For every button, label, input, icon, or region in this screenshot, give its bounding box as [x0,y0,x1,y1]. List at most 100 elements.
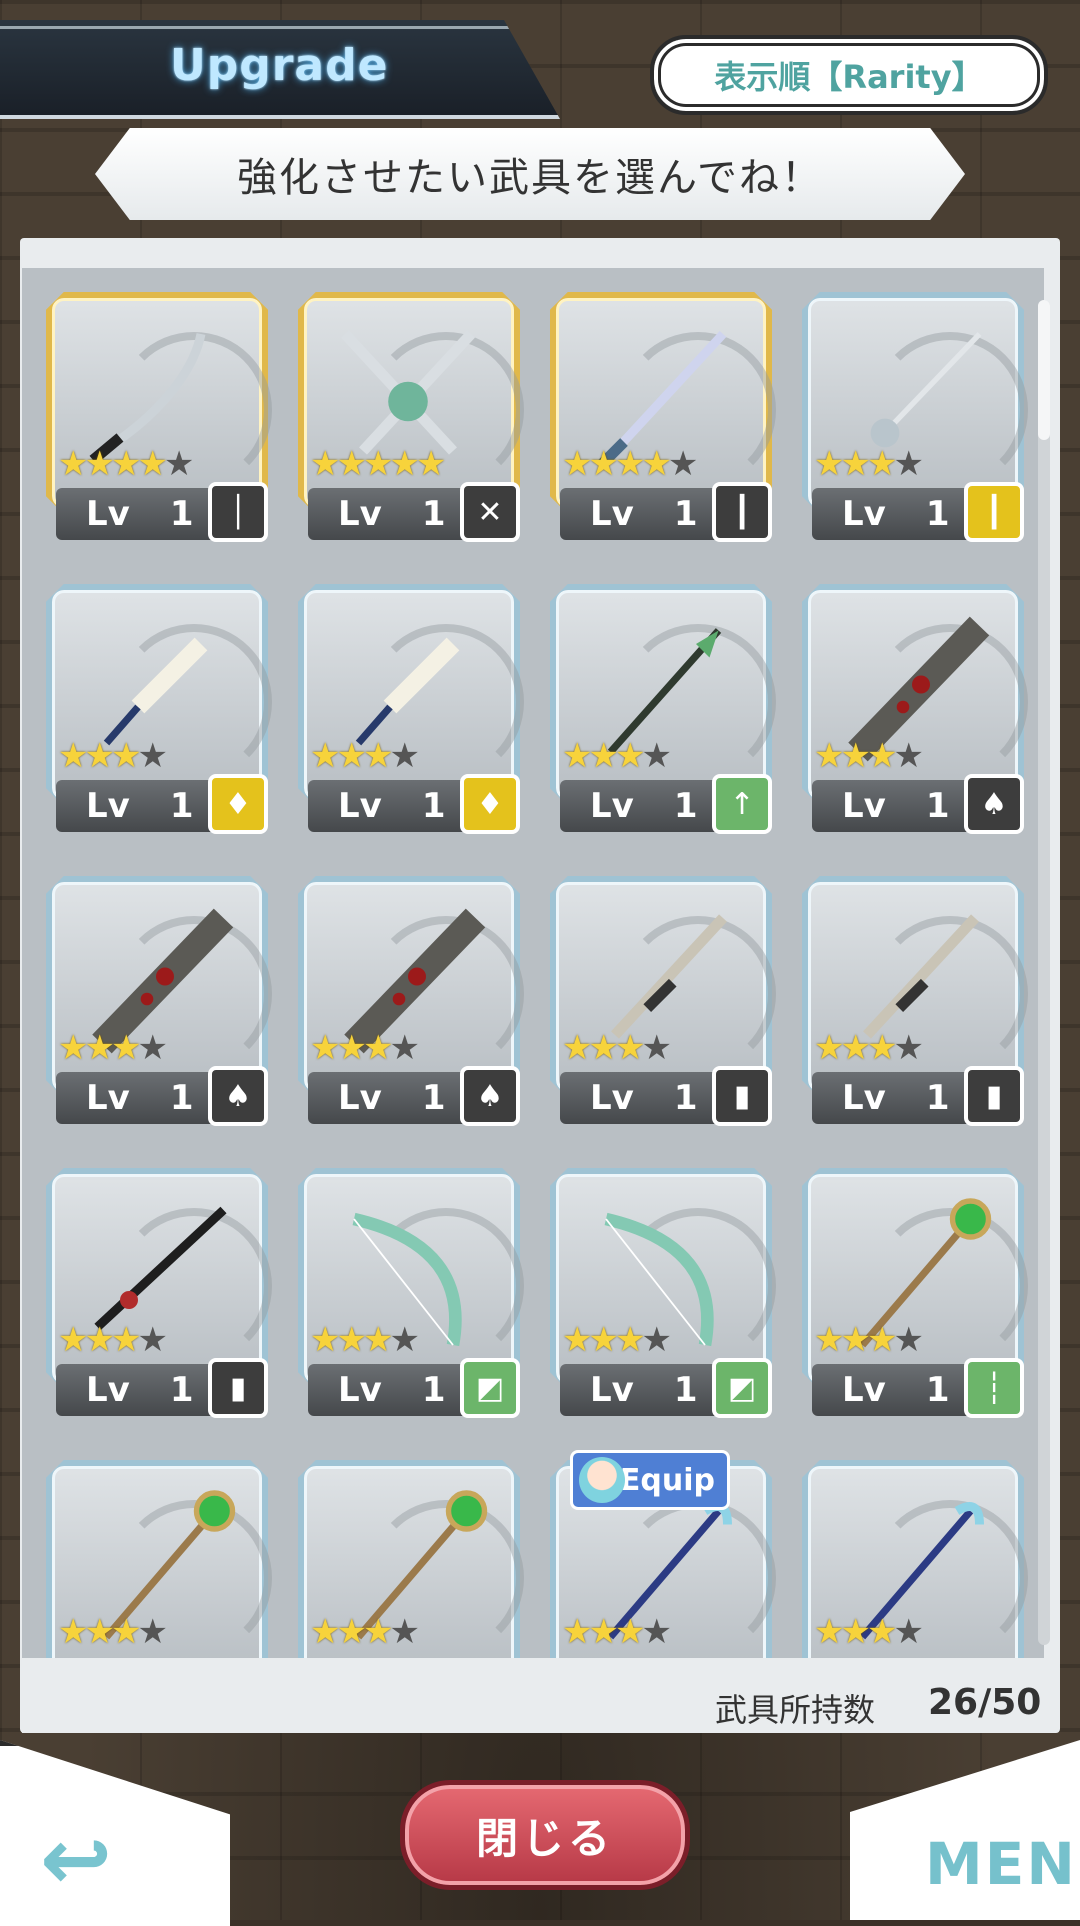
level-bar: Lv 1 [812,780,972,832]
weapon-card[interactable]: ★★★★ Lv 1 ♠ [298,876,524,1126]
level-bar: Lv 1 [56,488,216,540]
level-value: 1 [925,786,950,826]
weapon-card[interactable]: ★★★★★ Lv 1 ┃ [550,292,776,542]
level-bar: Lv 1 [308,1072,468,1124]
dagger-icon: ♦ [460,774,520,834]
rarity-stars: ★★★★ [562,736,672,776]
inventory-count-bar [22,1658,1044,1733]
level-value: 1 [673,494,698,534]
mace-icon: ♠ [460,1066,520,1126]
level-prefix: Lv [590,786,634,826]
rarity-stars: ★★★★ [310,1612,420,1652]
rarity-stars: ★★★★★ [310,444,446,484]
weapon-grid-viewport[interactable]: ★★★★★ Lv 1 │ ★★★★★ Lv 1 ✕ ★★★★★ Lv 1 ┃ ★★★★ Lv 1 ┃ ★★★★ L… [22,268,1044,1658]
page-title: Upgrade [170,40,389,91]
level-bar: Lv 1 [308,488,468,540]
level-bar: Lv 1 [812,488,972,540]
level-value: 1 [925,1078,950,1118]
rarity-stars: ★★★★ [58,1028,168,1068]
weapon-card[interactable]: ★★★★ [298,1460,524,1658]
level-value: 1 [925,494,950,534]
weapon-card[interactable]: ★★★★ Equip [550,1450,776,1658]
level-prefix: Lv [842,1370,886,1410]
level-value: 1 [673,1370,698,1410]
rarity-stars: ★★★★ [562,1028,672,1068]
weapon-card[interactable]: ★★★★ Lv 1 ◩ [298,1168,524,1418]
weapon-card[interactable]: ★★★★ Lv 1 ▮ [46,1168,272,1418]
rapier-icon: ┃ [964,482,1024,542]
sword-icon: │ [208,482,268,542]
rarity-stars: ★★★★ [814,736,924,776]
spear-icon: ↑ [712,774,772,834]
rarity-stars: ★★★★ [562,1320,672,1360]
level-value: 1 [169,1078,194,1118]
level-bar: Lv 1 [560,1364,720,1416]
rarity-stars: ★★★★ [814,444,924,484]
rarity-stars: ★★★★ [814,1028,924,1068]
close-button[interactable]: 閉じる [400,1780,690,1890]
level-prefix: Lv [842,494,886,534]
level-value: 1 [421,1370,446,1410]
level-value: 1 [421,1078,446,1118]
weapon-card[interactable]: ★★★★ Lv 1 ┃ [802,292,1028,542]
rarity-stars: ★★★★ [310,736,420,776]
level-bar: Lv 1 [56,780,216,832]
weapon-card[interactable]: ★★★★ Lv 1 ▮ [802,876,1028,1126]
level-prefix: Lv [338,494,382,534]
rarity-stars: ★★★★ [58,1612,168,1652]
level-bar: Lv 1 [56,1072,216,1124]
weapon-card[interactable]: ★★★★ Lv 1 ♠ [46,876,272,1126]
rarity-stars: ★★★★★ [562,444,698,484]
level-bar: Lv 1 [812,1364,972,1416]
level-bar: Lv 1 [308,780,468,832]
level-bar: Lv 1 [812,1072,972,1124]
bow-icon: ◩ [460,1358,520,1418]
rarity-stars: ★★★★ [310,1028,420,1068]
rarity-stars: ★★★★★ [58,444,194,484]
weapon-card[interactable]: ★★★★ Lv 1 ♦ [46,584,272,834]
weapon-card[interactable]: ★★★★ Lv 1 ◩ [550,1168,776,1418]
staff-icon: ┆ [964,1358,1024,1418]
sort-order-button[interactable]: 表示順【Rarity】 [650,35,1048,115]
level-prefix: Lv [338,1370,382,1410]
bullet-icon: ▮ [712,1066,772,1126]
level-prefix: Lv [86,1370,130,1410]
level-prefix: Lv [86,494,130,534]
level-value: 1 [421,494,446,534]
dual-swords-icon: ✕ [460,482,520,542]
bow-icon: ◩ [712,1358,772,1418]
weapon-card[interactable]: ★★★★ [46,1460,272,1658]
weapon-card[interactable]: ★★★★ Lv 1 ♦ [298,584,524,834]
mace-icon: ♠ [964,774,1024,834]
character-avatar [579,1457,625,1503]
level-value: 1 [169,494,194,534]
level-bar: Lv 1 [560,488,720,540]
level-prefix: Lv [338,1078,382,1118]
level-value: 1 [673,1078,698,1118]
menu-button[interactable]: MENU [925,1830,1080,1898]
weapon-card[interactable]: ★★★★ Lv 1 ▮ [550,876,776,1126]
bullet-icon: ▮ [964,1066,1024,1126]
scrollbar[interactable] [1038,300,1050,1645]
level-bar: Lv 1 [56,1364,216,1416]
weapon-card[interactable]: ★★★★ Lv 1 ┆ [802,1168,1028,1418]
rarity-stars: ★★★★ [310,1320,420,1360]
level-prefix: Lv [590,1370,634,1410]
back-arrow-icon[interactable]: ↩ [40,1817,140,1903]
weapon-card[interactable]: ★★★★ [802,1460,1028,1658]
weapon-card[interactable]: ★★★★ Lv 1 ♠ [802,584,1028,834]
level-value: 1 [673,786,698,826]
bullet-icon: ▮ [208,1358,268,1418]
weapon-card[interactable]: ★★★★★ Lv 1 ✕ [298,292,524,542]
level-prefix: Lv [842,786,886,826]
rarity-stars: ★★★★ [814,1612,924,1652]
rapier-icon: ┃ [712,482,772,542]
level-value: 1 [421,786,446,826]
equip-tag: Equip [570,1450,730,1510]
level-prefix: Lv [338,786,382,826]
inventory-count: 26/50 [928,1682,1042,1723]
weapon-card[interactable]: ★★★★ Lv 1 ↑ [550,584,776,834]
rarity-stars: ★★★★ [814,1320,924,1360]
weapon-card[interactable]: ★★★★★ Lv 1 │ [46,292,272,542]
scrollbar-thumb[interactable] [1038,300,1050,440]
